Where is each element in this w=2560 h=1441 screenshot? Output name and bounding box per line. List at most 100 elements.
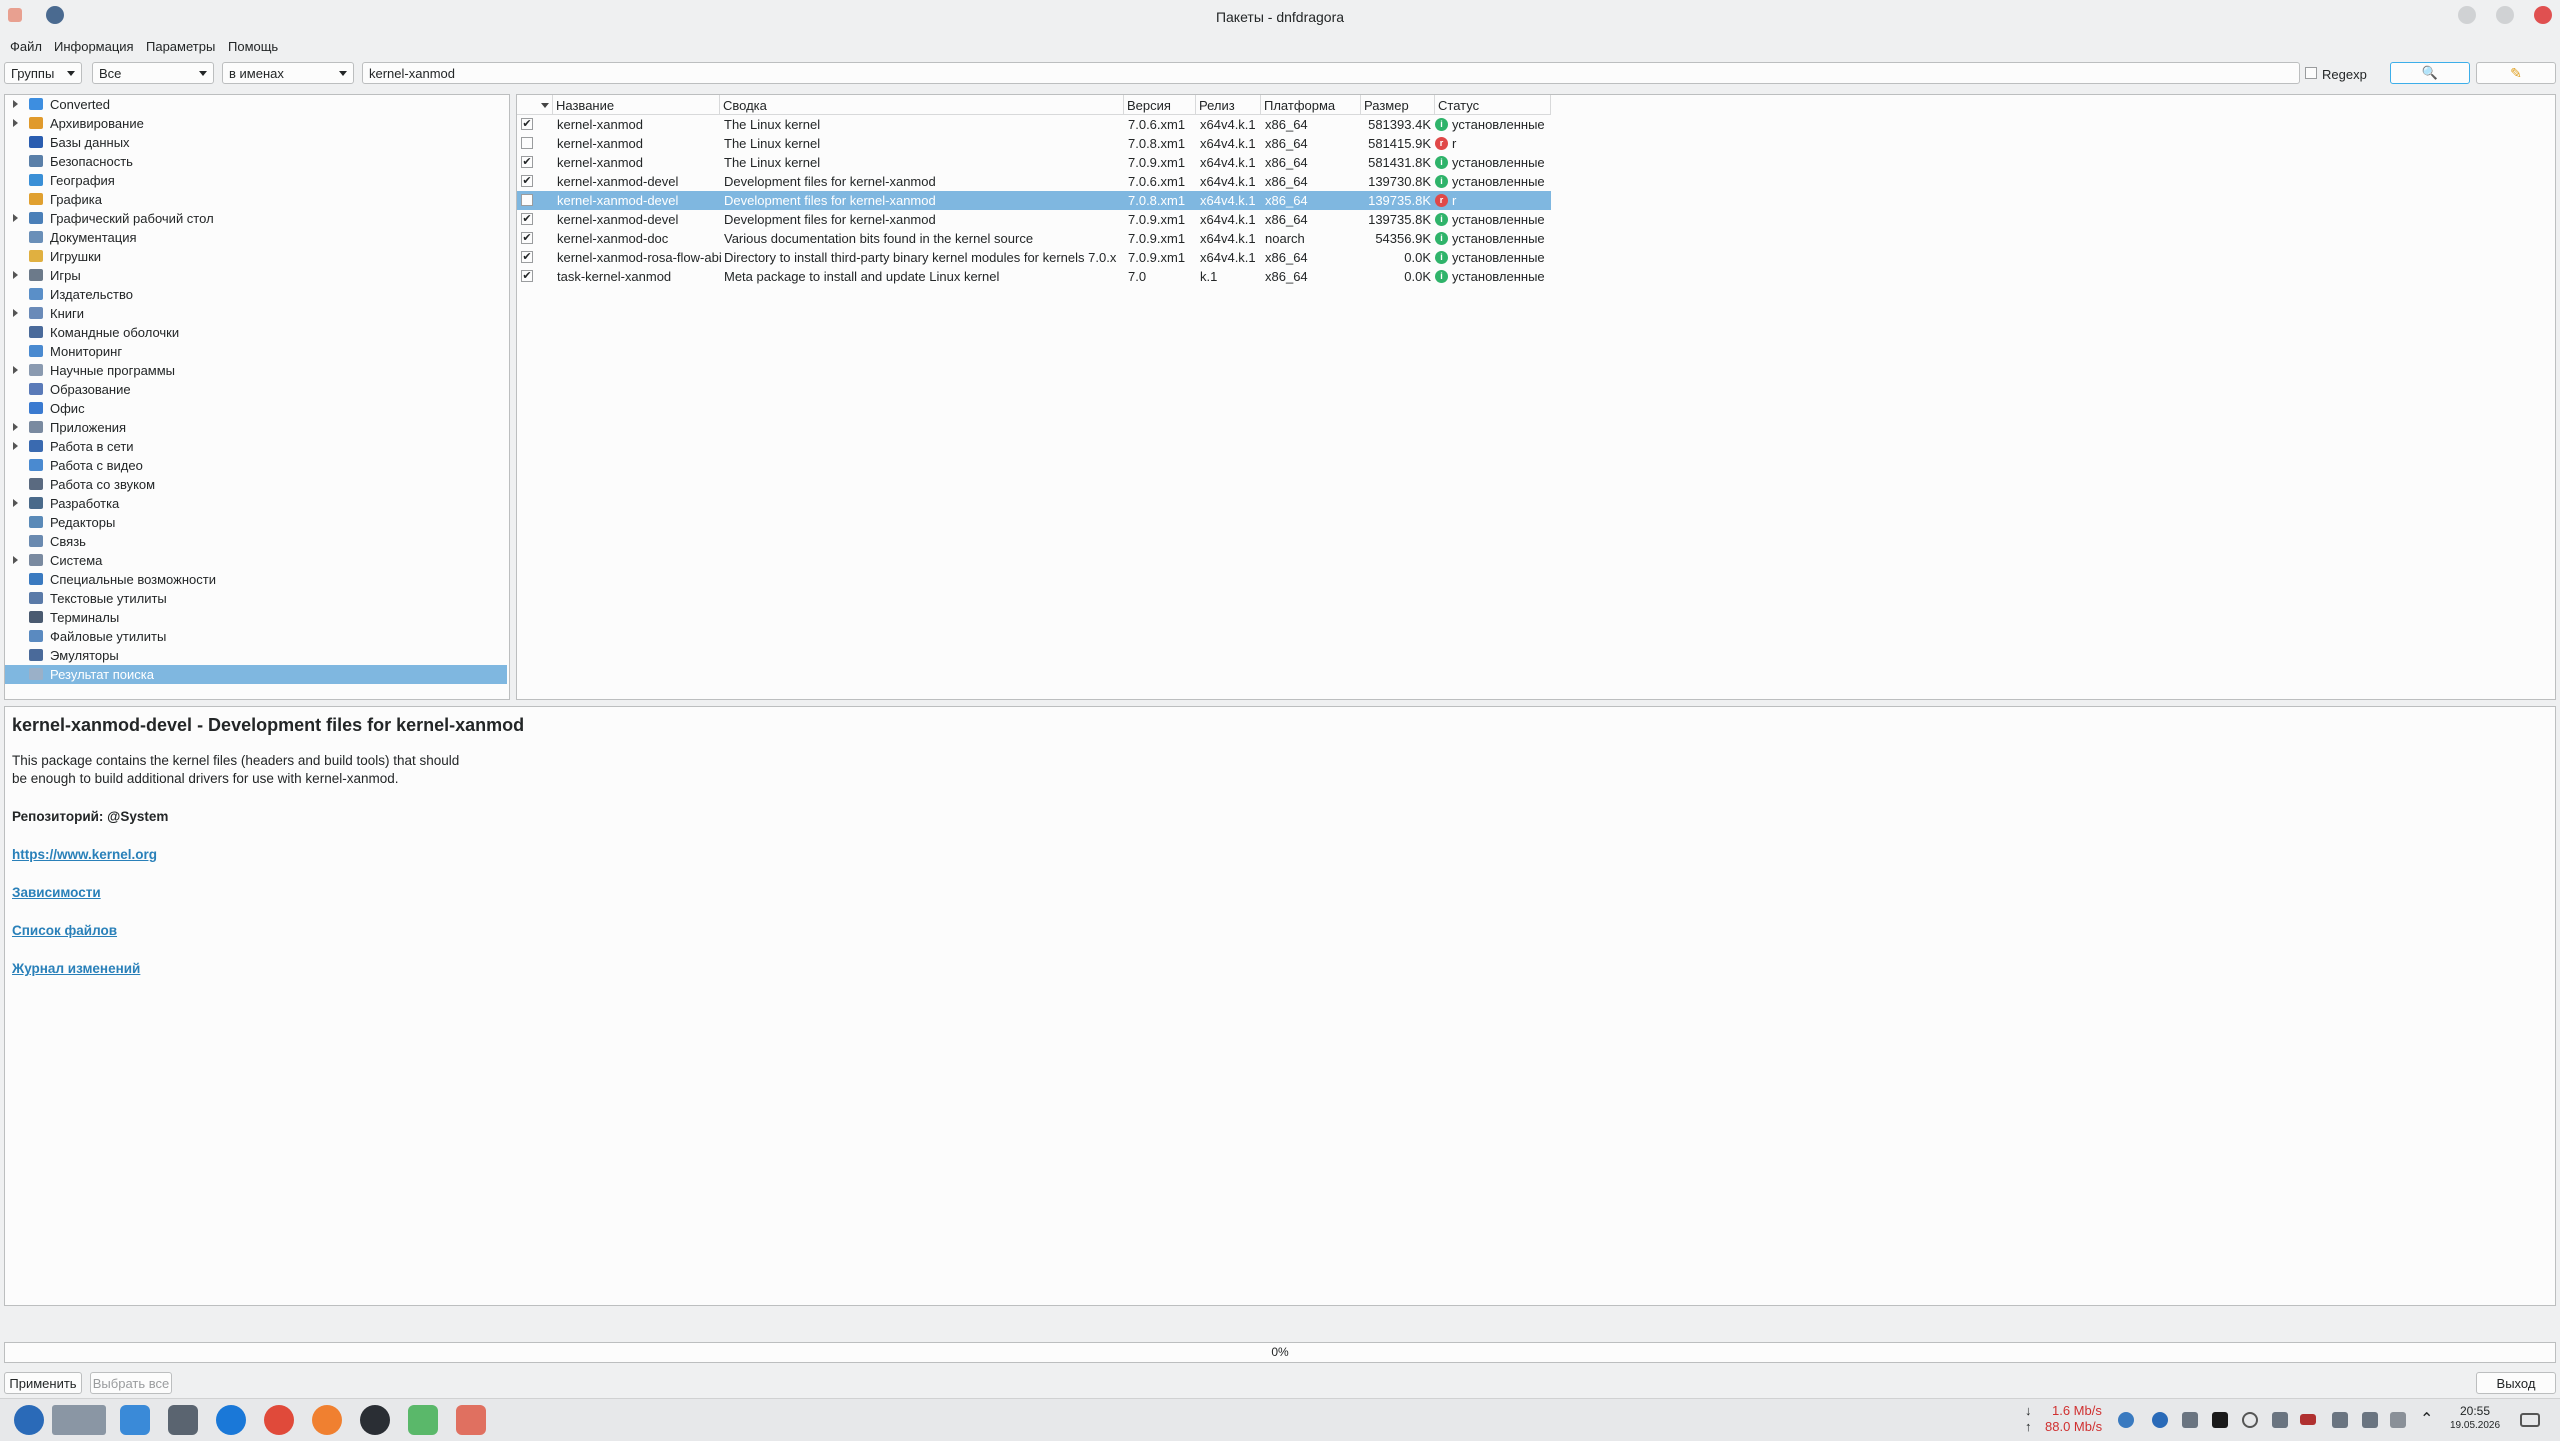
- table-row[interactable]: ✔ kernel-xanmod-devel Development files fo…: [517, 210, 1551, 229]
- menu-settings[interactable]: Параметры: [146, 39, 215, 54]
- group-item[interactable]: Файловые утилиты: [5, 627, 507, 646]
- dependencies-link[interactable]: Зависимости: [12, 885, 101, 900]
- lightbulb-tray-icon[interactable]: [2390, 1412, 2406, 1428]
- settings-tray-icon[interactable]: [2118, 1412, 2134, 1428]
- quit-button[interactable]: Выход: [2476, 1372, 2556, 1394]
- close-button[interactable]: [2534, 6, 2552, 24]
- select-all-button[interactable]: Выбрать все: [90, 1372, 172, 1394]
- table-row[interactable]: ✔ kernel-xanmod The Linux kernel 7.0.9.xm1 x…: [517, 153, 1551, 172]
- group-item[interactable]: Издательство: [5, 285, 507, 304]
- clock-date[interactable]: 19.05.2026: [2450, 1420, 2500, 1431]
- package-checkbox[interactable]: ✔: [521, 156, 533, 168]
- package-checkbox[interactable]: ✔: [521, 251, 533, 263]
- expand-arrow-icon[interactable]: [13, 423, 18, 431]
- minimize-button[interactable]: [2458, 6, 2476, 24]
- group-item[interactable]: Работа в сети: [5, 437, 507, 456]
- changelog-link[interactable]: Журнал изменений: [12, 961, 140, 976]
- header-release[interactable]: Релиз: [1196, 95, 1261, 114]
- expand-arrow-icon[interactable]: [13, 556, 18, 564]
- group-item[interactable]: Безопасность: [5, 152, 507, 171]
- package-checkbox[interactable]: [521, 137, 533, 149]
- thunderbird-icon[interactable]: [216, 1405, 246, 1435]
- qbittorrent-tray-icon[interactable]: [2152, 1412, 2168, 1428]
- show-desktop-icon[interactable]: [2520, 1413, 2540, 1427]
- group-item[interactable]: Эмуляторы: [5, 646, 507, 665]
- group-item[interactable]: Терминалы: [5, 608, 507, 627]
- group-mode-select[interactable]: Группы: [4, 62, 82, 84]
- header-status[interactable]: Статус: [1435, 95, 1551, 114]
- clipboard-tray-icon[interactable]: [2182, 1412, 2198, 1428]
- clear-button[interactable]: ✎: [2476, 62, 2556, 84]
- group-item[interactable]: Игрушки: [5, 247, 507, 266]
- group-item[interactable]: Командные оболочки: [5, 323, 507, 342]
- terminal-icon[interactable]: [168, 1405, 198, 1435]
- keyboard-layout-flag-icon[interactable]: [2300, 1414, 2316, 1425]
- chrome-icon[interactable]: [264, 1405, 294, 1435]
- apply-button[interactable]: Применить: [4, 1372, 82, 1394]
- group-item[interactable]: Приложения: [5, 418, 507, 437]
- expand-arrow-icon[interactable]: [13, 499, 18, 507]
- group-item[interactable]: Базы данных: [5, 133, 507, 152]
- group-item[interactable]: Результат поиска: [5, 665, 507, 684]
- package-checkbox[interactable]: ✔: [521, 118, 533, 130]
- group-item[interactable]: Связь: [5, 532, 507, 551]
- bluetooth-tray-icon[interactable]: [2362, 1412, 2378, 1428]
- file-manager-icon[interactable]: [120, 1405, 150, 1435]
- file-list-link[interactable]: Список файлов: [12, 923, 117, 938]
- expand-arrow-icon[interactable]: [13, 271, 18, 279]
- maximize-button[interactable]: [2496, 6, 2514, 24]
- scope-select[interactable]: Все: [92, 62, 214, 84]
- network-tray-icon[interactable]: [2332, 1412, 2348, 1428]
- app-launcher-icon[interactable]: [14, 1405, 44, 1435]
- group-item[interactable]: Архивирование: [5, 114, 507, 133]
- clock-time[interactable]: 20:55: [2460, 1404, 2490, 1418]
- table-row[interactable]: ✔ kernel-xanmod-rosa-flow-abi Directory to…: [517, 248, 1551, 267]
- group-item[interactable]: Документация: [5, 228, 507, 247]
- header-arch[interactable]: Платформа: [1261, 95, 1361, 114]
- expand-arrow-icon[interactable]: [13, 119, 18, 127]
- group-item[interactable]: Система: [5, 551, 507, 570]
- obs-icon[interactable]: [360, 1405, 390, 1435]
- group-item[interactable]: Мониторинг: [5, 342, 507, 361]
- group-item[interactable]: Работа с видео: [5, 456, 507, 475]
- homepage-link[interactable]: https://www.kernel.org: [12, 847, 157, 862]
- vpn-tray-icon[interactable]: [2212, 1412, 2228, 1428]
- group-item[interactable]: Научные программы: [5, 361, 507, 380]
- menu-file[interactable]: Файл: [10, 39, 42, 54]
- group-item[interactable]: Специальные возможности: [5, 570, 507, 589]
- table-row[interactable]: kernel-xanmod The Linux kernel 7.0.8.xm1 x6…: [517, 134, 1551, 153]
- package-checkbox[interactable]: ✔: [521, 213, 533, 225]
- group-item[interactable]: Игры: [5, 266, 507, 285]
- table-row[interactable]: kernel-xanmod-devel Development files for…: [517, 191, 1551, 210]
- expand-arrow-icon[interactable]: [13, 309, 18, 317]
- header-summary[interactable]: Сводка: [720, 95, 1124, 114]
- table-row[interactable]: ✔ kernel-xanmod-doc Various documentation …: [517, 229, 1551, 248]
- table-row[interactable]: ✔ kernel-xanmod-devel Development files fo…: [517, 172, 1551, 191]
- group-item[interactable]: Converted: [5, 95, 507, 114]
- expand-arrow-icon[interactable]: [13, 100, 18, 108]
- tray-expand-icon[interactable]: ⌃: [2420, 1409, 2433, 1429]
- group-item[interactable]: Разработка: [5, 494, 507, 513]
- header-size[interactable]: Размер: [1361, 95, 1435, 114]
- volume-tray-icon[interactable]: [2272, 1412, 2288, 1428]
- group-item[interactable]: Редакторы: [5, 513, 507, 532]
- package-checkbox[interactable]: ✔: [521, 270, 533, 282]
- package-checkbox[interactable]: ✔: [521, 175, 533, 187]
- group-item[interactable]: Текстовые утилиты: [5, 589, 507, 608]
- group-item[interactable]: Графический рабочий стол: [5, 209, 507, 228]
- pager-icon[interactable]: [52, 1405, 106, 1435]
- header-version[interactable]: Версия: [1124, 95, 1196, 114]
- search-input[interactable]: kernel-xanmod: [362, 62, 2300, 84]
- firefox-icon[interactable]: [312, 1405, 342, 1435]
- group-item[interactable]: Офис: [5, 399, 507, 418]
- header-name[interactable]: Название: [553, 95, 720, 114]
- group-item[interactable]: Графика: [5, 190, 507, 209]
- package-checkbox[interactable]: ✔: [521, 232, 533, 244]
- expand-arrow-icon[interactable]: [13, 366, 18, 374]
- table-row[interactable]: ✔ kernel-xanmod The Linux kernel 7.0.6.xm1 x…: [517, 115, 1551, 134]
- package-checkbox[interactable]: [521, 194, 533, 206]
- groups-tree[interactable]: Converted Архивирование Базы данных Безопас…: [4, 94, 510, 700]
- group-item[interactable]: Книги: [5, 304, 507, 323]
- group-item[interactable]: Образование: [5, 380, 507, 399]
- expand-arrow-icon[interactable]: [13, 214, 18, 222]
